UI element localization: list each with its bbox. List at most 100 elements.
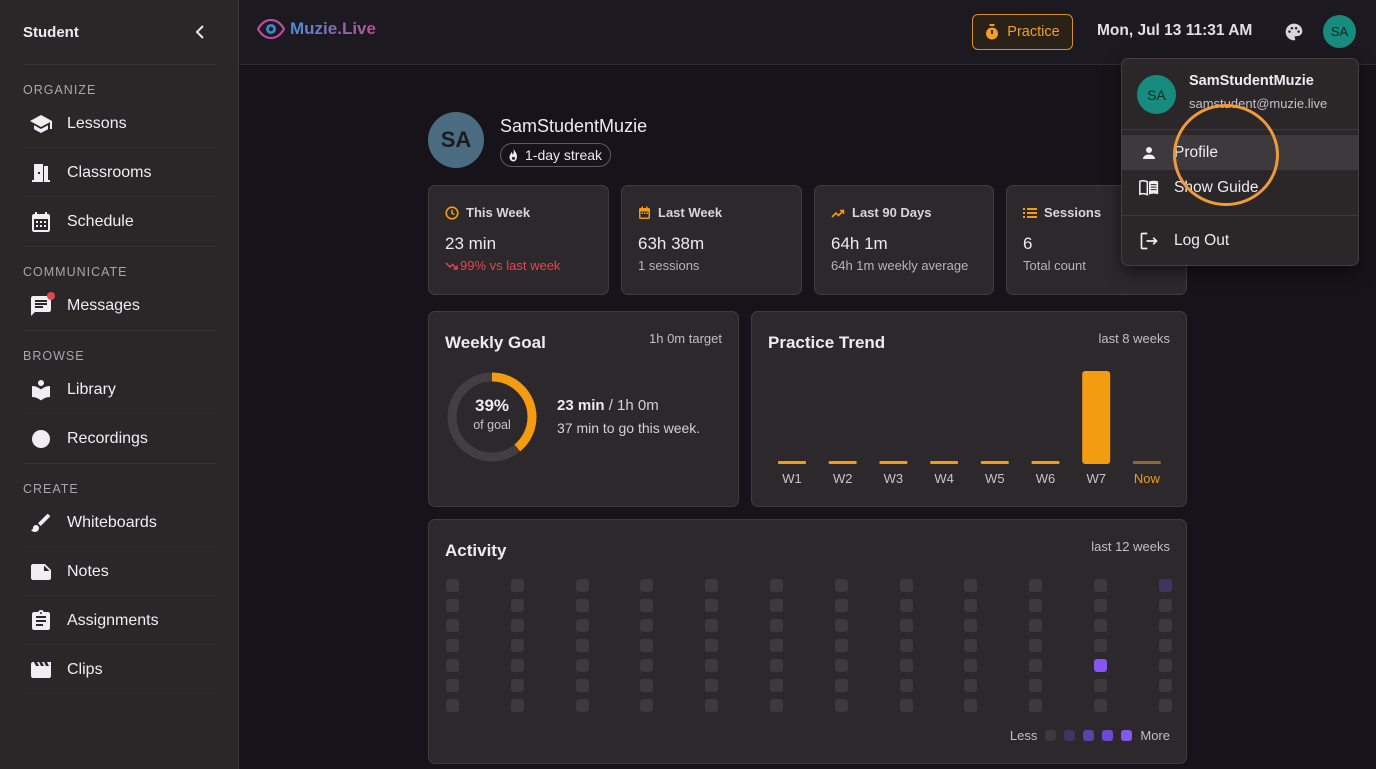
profile-header: SA [428, 112, 484, 168]
sidebar-item-label: Library [67, 380, 116, 398]
activity-cell [1158, 659, 1172, 672]
sidebar-item-messages[interactable]: Messages [0, 281, 238, 330]
legend-less: Less [1009, 728, 1038, 743]
activity-cell [1029, 699, 1043, 712]
stat-label: Last 90 Days [831, 205, 932, 220]
sidebar-item-library[interactable]: Library [0, 365, 238, 414]
trend-label-w4: W4 [934, 471, 954, 486]
stat-label-text: This Week [466, 205, 531, 220]
sidebar-item-label: Notes [67, 562, 109, 580]
unread-badge [47, 291, 55, 300]
activity-cell [705, 699, 719, 712]
activity-cell [899, 659, 913, 672]
user-avatar-button[interactable]: SA [1323, 15, 1356, 48]
activity-cell [899, 639, 913, 652]
dropdown-user-email: samstudent@muzie.live [1189, 96, 1328, 111]
activity-cell [770, 659, 783, 672]
sidebar: Student ORGANIZE Lessons Classrooms Sche… [0, 0, 239, 769]
activity-cell [1094, 679, 1107, 692]
activity-cell [446, 599, 459, 612]
sidebar-item-clips[interactable]: Clips [0, 645, 238, 694]
trend-label-w7: W7 [1086, 471, 1106, 486]
activity-cell [899, 679, 913, 692]
sidebar-item-label: Messages [67, 296, 140, 314]
stat-card-this-week: This Week 23 min 99% vs last week [428, 185, 609, 295]
menu-item-show-guide[interactable]: Show Guide [1122, 170, 1358, 205]
stat-card-last-90-days: Last 90 Days 64h 1m 64h 1m weekly averag… [814, 185, 994, 295]
activity-cell [834, 659, 848, 672]
trend-bar-w3 [879, 461, 908, 464]
trend-bar-w6 [1031, 461, 1060, 464]
logout-icon [1139, 231, 1159, 251]
clock-icon [445, 205, 459, 220]
activity-cell [575, 579, 589, 592]
activity-cell [705, 619, 719, 632]
theme-palette-button[interactable] [1284, 22, 1304, 42]
goal-remaining: 37 min to go this week. [557, 420, 701, 436]
activity-cell [510, 659, 524, 672]
collapse-sidebar-button[interactable] [190, 22, 210, 42]
activity-cell [770, 679, 783, 692]
activity-cell [1094, 579, 1107, 592]
goal-total: / 1h 0m [604, 397, 659, 414]
activity-cell [964, 699, 978, 712]
activity-cell [1029, 599, 1043, 612]
calendar-icon [638, 206, 651, 220]
streak-label: 1-day streak [525, 147, 603, 163]
stat-sub: 64h 1m weekly average [831, 258, 969, 273]
sidebar-item-schedule[interactable]: Schedule [0, 197, 238, 246]
activity-cell [510, 619, 524, 632]
trend-bar-now [1132, 461, 1161, 464]
stat-sub: Total count [1023, 258, 1086, 273]
brush-icon [29, 511, 53, 535]
sidebar-item-lessons[interactable]: Lessons [0, 99, 238, 148]
activity-cell [1158, 679, 1172, 692]
practice-button[interactable]: Practice [972, 14, 1073, 50]
activity-legend: Less More [1010, 728, 1170, 743]
section-organize: ORGANIZE [23, 83, 97, 97]
calendar-icon [29, 210, 53, 234]
activity-cell [510, 599, 524, 612]
dropdown-avatar: SA [1137, 75, 1176, 114]
activity-cell [640, 639, 654, 652]
activity-cell [446, 619, 459, 632]
trend-label-now: Now [1134, 471, 1161, 486]
menu-item-log-out[interactable]: Log Out [1122, 223, 1358, 258]
person-icon [1139, 143, 1159, 163]
activity-cell [964, 599, 978, 612]
list-icon [1023, 207, 1037, 219]
sidebar-item-recordings[interactable]: Recordings [0, 414, 238, 463]
legend-level-4 [1121, 730, 1133, 741]
sidebar-item-label: Assignments [67, 611, 159, 629]
menu-item-profile[interactable]: Profile [1122, 135, 1358, 170]
activity-cell [446, 579, 459, 592]
activity-cell [770, 699, 783, 712]
sidebar-item-notes[interactable]: Notes [0, 547, 238, 596]
activity-cell [510, 679, 524, 692]
goal-progress-summary: 23 min / 1h 0m [557, 397, 659, 414]
weekly-goal-title: Weekly Goal [445, 333, 546, 352]
practice-trend-chart: W1 W2 W3 W4 W5 W6 W7 Now [778, 371, 1161, 486]
practice-trend-card: Practice Trend last 8 weeks W1 W2 W3 W4 W5 W6… [751, 311, 1187, 507]
stat-value: 64h 1m [831, 234, 888, 253]
stat-label: This Week [445, 205, 530, 220]
stat-sub: 1 sessions [638, 258, 700, 273]
activity-cell [446, 679, 459, 692]
activity-cell [1158, 619, 1172, 632]
sidebar-item-label: Lessons [67, 114, 127, 132]
app-logo[interactable]: Muzie.Live [257, 19, 376, 39]
activity-cell [705, 679, 719, 692]
sidebar-item-assignments[interactable]: Assignments [0, 596, 238, 645]
legend-more: More [1140, 728, 1170, 743]
activity-cell [640, 619, 654, 632]
activity-cell [834, 639, 848, 652]
sidebar-item-classrooms[interactable]: Classrooms [0, 148, 238, 197]
activity-cell [964, 619, 978, 632]
profile-avatar: SA [428, 112, 484, 168]
activity-cell [964, 679, 978, 692]
sidebar-item-whiteboards[interactable]: Whiteboards [0, 498, 238, 547]
book-reader-icon [29, 378, 53, 402]
stat-value: 6 [1023, 234, 1033, 253]
activity-cell [575, 599, 589, 612]
legend-level-2 [1083, 730, 1095, 741]
